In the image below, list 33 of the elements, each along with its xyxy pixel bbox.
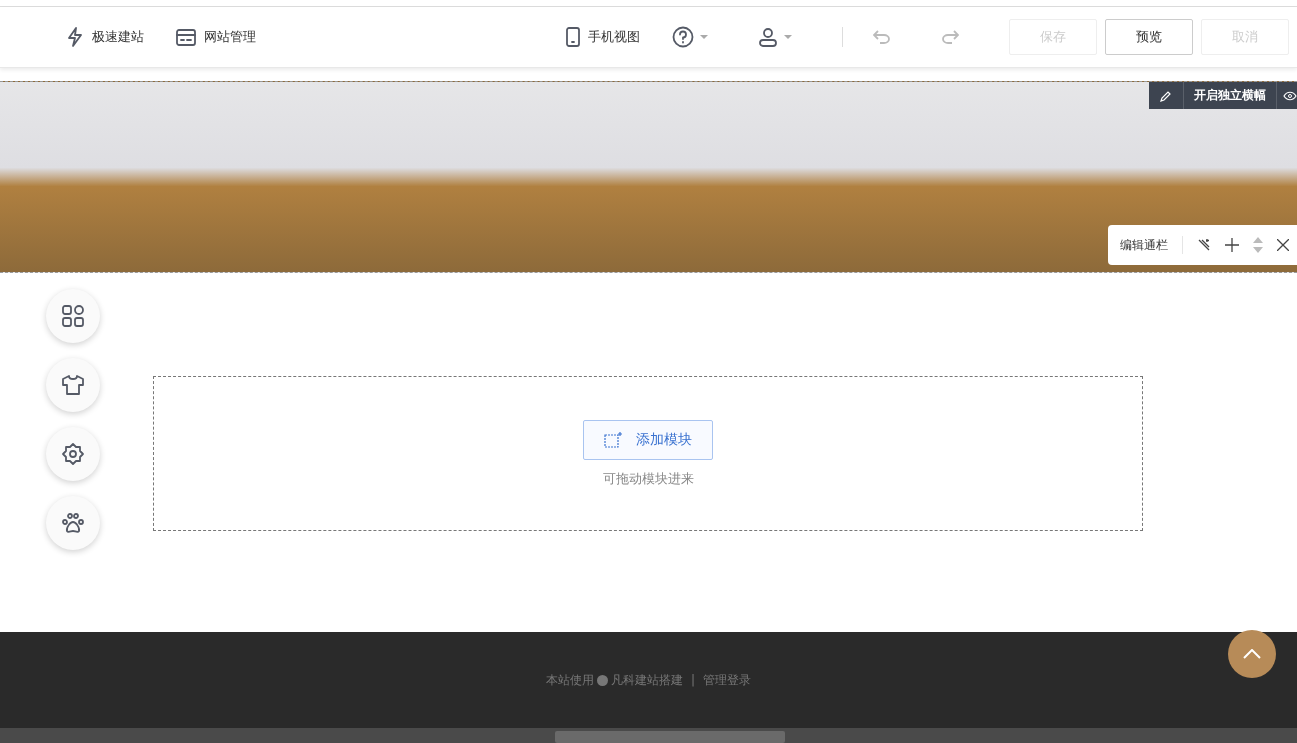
eye-icon[interactable] [1283, 90, 1297, 101]
pencil-icon[interactable] [1160, 89, 1172, 102]
phone-icon [566, 27, 580, 47]
settings-icon [60, 442, 85, 466]
lightning-icon [66, 27, 84, 47]
paw-icon [60, 511, 85, 535]
browser-window-icon [176, 28, 196, 46]
shirt-icon [60, 374, 85, 396]
mobile-view-link[interactable]: 手机视图 [588, 28, 640, 46]
add-window-icon [604, 431, 622, 448]
help-dropdown[interactable] [672, 26, 708, 48]
side-tool-button[interactable] [45, 358, 100, 412]
user-dropdown[interactable] [758, 27, 792, 47]
toolbar-button[interactable]: 预览 [1105, 19, 1193, 55]
magic-wand-icon[interactable] [1197, 238, 1211, 252]
back-to-top-button[interactable] [1228, 630, 1276, 678]
footer-text: 本站使用 [545, 671, 594, 689]
grid-icon [60, 304, 85, 328]
standalone-banner-toggle[interactable]: 开启独立横幅 [1184, 82, 1277, 109]
add-module-button[interactable]: 添加模块 [583, 419, 713, 460]
scrollbar-thumb[interactable] [555, 731, 785, 743]
toolbar-link[interactable]: 极速建站 [92, 28, 144, 46]
close-icon[interactable] [1277, 239, 1289, 251]
chevron-up-icon [1243, 649, 1261, 659]
toolbar-link[interactable]: 网站管理 [204, 28, 256, 46]
drop-hint: 可拖动模块进来 [602, 469, 694, 488]
edit-banner-link[interactable]: 编辑通栏 [1120, 236, 1168, 254]
side-tool-button[interactable] [45, 496, 100, 550]
logo-icon [596, 674, 608, 686]
plus-icon[interactable] [1225, 238, 1239, 252]
footer-separator: | [690, 673, 695, 687]
side-tool-button[interactable] [45, 427, 100, 481]
side-tool-button[interactable] [45, 289, 100, 343]
